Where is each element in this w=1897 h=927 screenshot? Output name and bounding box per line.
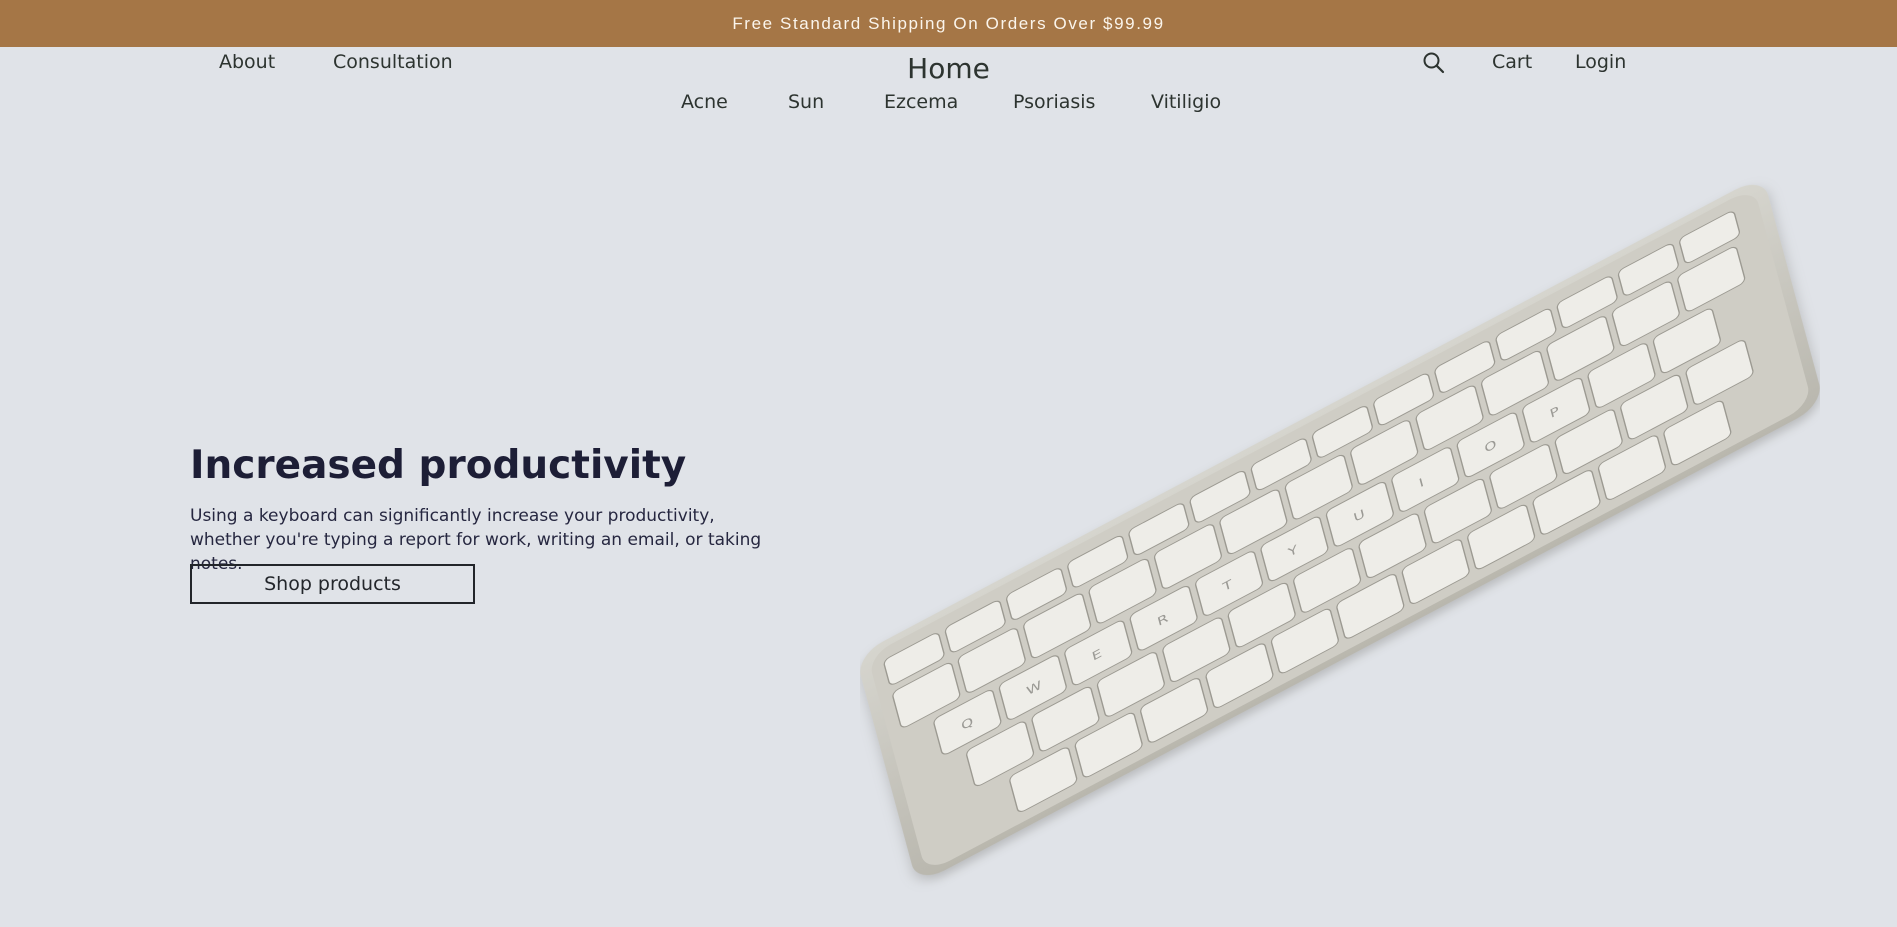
nav-link-login[interactable]: Login xyxy=(1575,51,1626,73)
category-link-sun[interactable]: Sun xyxy=(788,91,824,113)
promo-banner: Free Standard Shipping On Orders Over $9… xyxy=(0,0,1897,47)
category-link-acne[interactable]: Acne xyxy=(681,91,728,113)
promo-text: Free Standard Shipping On Orders Over $9… xyxy=(732,13,1165,33)
site-title-link[interactable]: Home xyxy=(907,52,990,85)
keyboard-illustration: QWERTYUIOP xyxy=(860,184,1820,876)
keyboard-image: QWERTYUIOP xyxy=(860,150,1820,900)
hero-title: Increased productivity xyxy=(190,443,687,488)
shop-products-button[interactable]: Shop products xyxy=(190,564,475,604)
category-link-vitiligio[interactable]: Vitiligio xyxy=(1151,91,1221,113)
category-link-psoriasis[interactable]: Psoriasis xyxy=(1013,91,1095,113)
category-link-ezcema[interactable]: Ezcema xyxy=(884,91,958,113)
search-icon[interactable] xyxy=(1422,51,1446,75)
nav-link-cart[interactable]: Cart xyxy=(1492,51,1532,73)
